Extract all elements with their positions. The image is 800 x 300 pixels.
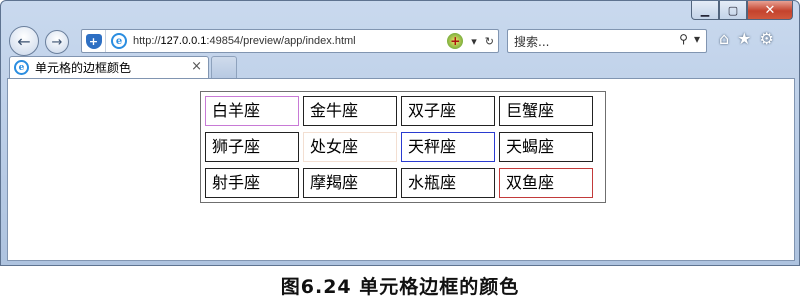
- url-prefix: http://: [133, 35, 161, 47]
- table-cell: 处女座: [303, 132, 397, 162]
- minimize-button[interactable]: ▁: [691, 1, 719, 20]
- ie-page-icon: e: [111, 33, 127, 49]
- page-content: 白羊座 金牛座 双子座 巨蟹座狮子座 处女座 天秤座 天蝎座射手座 摩羯座 水瓶座 双鱼座: [7, 78, 795, 261]
- page: ▁ ▢ ✕ ← → + e http://127.0.0.1:49854/pre…: [0, 0, 800, 300]
- gear-icon[interactable]: ⚙: [760, 29, 774, 48]
- table-cell: 白羊座: [205, 96, 299, 126]
- table-cell: 摩羯座: [303, 168, 397, 198]
- home-icon[interactable]: ⌂: [719, 29, 729, 48]
- url-text[interactable]: http://127.0.0.1:49854/preview/app/index…: [133, 35, 356, 47]
- url-host: 127.0.0.1: [160, 35, 207, 47]
- table-cell: 射手座: [205, 168, 299, 198]
- table-cell: 天蝎座: [499, 132, 593, 162]
- window-controls: ▁ ▢ ✕: [691, 1, 793, 20]
- search-placeholder: 搜索...: [514, 34, 550, 49]
- tab-ie-icon: e: [14, 60, 29, 75]
- table-cell: 天秤座: [401, 132, 495, 162]
- arrow-right-icon: →: [51, 34, 63, 50]
- search-dropdown-icon[interactable]: ▾: [694, 32, 700, 46]
- close-button[interactable]: ✕: [747, 1, 793, 20]
- table-cell: 双子座: [401, 96, 495, 126]
- search-input[interactable]: 搜索... ⚲ ▾: [507, 29, 707, 53]
- maximize-button[interactable]: ▢: [719, 1, 747, 20]
- url-path: :49854/preview/app/index.html: [206, 35, 356, 47]
- tab-bar: e 单元格的边框颜色 ×: [1, 56, 800, 78]
- forward-button[interactable]: →: [45, 30, 69, 54]
- browser-window: ▁ ▢ ✕ ← → + e http://127.0.0.1:49854/pre…: [0, 0, 800, 266]
- compatibility-view-icon[interactable]: +: [447, 33, 464, 49]
- search-icons: ⚲ ▾: [679, 32, 700, 46]
- star-icon[interactable]: ★: [737, 29, 751, 48]
- figure-caption: 图6.24 单元格边框的颜色: [280, 276, 520, 298]
- arrow-left-icon: ←: [17, 31, 31, 51]
- dropdown-icon[interactable]: ▾: [471, 35, 477, 48]
- navigation-bar: ← → + e http://127.0.0.1:49854/preview/a…: [1, 23, 800, 56]
- address-bar-icons: + ▾ ↻: [447, 32, 494, 50]
- tab-active[interactable]: e 单元格的边框颜色 ×: [9, 56, 209, 78]
- address-bar[interactable]: + e http://127.0.0.1:49854/preview/app/i…: [81, 29, 499, 53]
- shield-icon: +: [82, 30, 106, 52]
- tab-close-icon[interactable]: ×: [191, 59, 202, 74]
- table-cell: 双鱼座: [499, 168, 593, 198]
- back-button[interactable]: ←: [9, 26, 39, 56]
- tab-title: 单元格的边框颜色: [35, 61, 132, 75]
- table-cell: 金牛座: [303, 96, 397, 126]
- table-cell: 水瓶座: [401, 168, 495, 198]
- zodiac-table: 白羊座 金牛座 双子座 巨蟹座狮子座 处女座 天秤座 天蝎座射手座 摩羯座 水瓶座 双鱼座: [200, 91, 606, 203]
- table-cell: 巨蟹座: [499, 96, 593, 126]
- refresh-icon[interactable]: ↻: [485, 35, 494, 48]
- table-cell: 狮子座: [205, 132, 299, 162]
- new-tab-button[interactable]: [211, 56, 237, 78]
- search-icon[interactable]: ⚲: [679, 32, 688, 46]
- toolbar-icons: ⌂ ★ ⚙: [719, 29, 774, 48]
